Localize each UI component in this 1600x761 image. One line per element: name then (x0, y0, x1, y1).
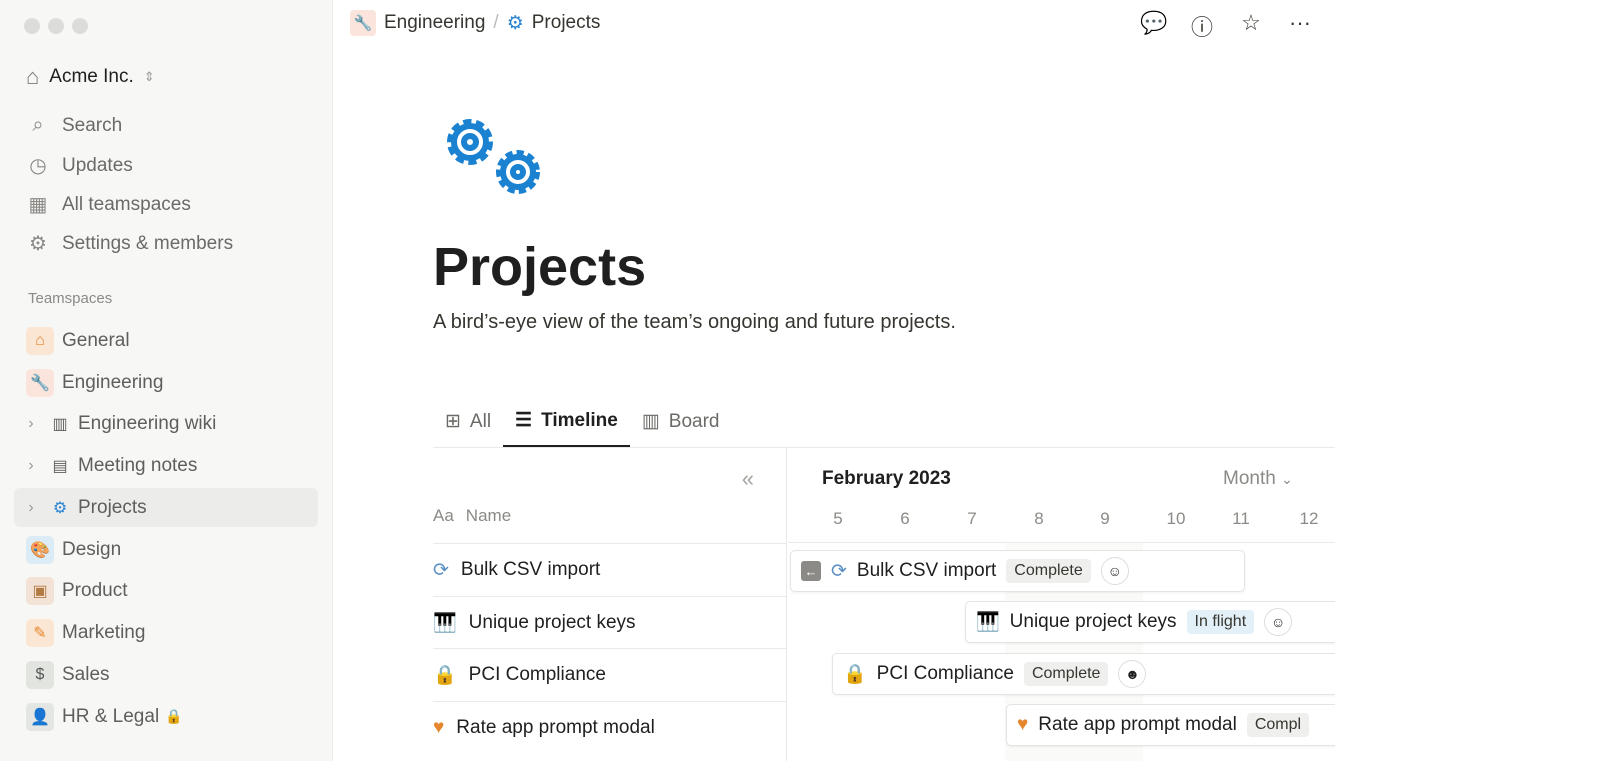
wrench-icon: 🔧 (26, 368, 54, 397)
gears-icon: ⚙ (52, 499, 68, 517)
teamspaces-heading: Teamspaces (28, 290, 113, 307)
timeline-bar[interactable]: 🎹 Unique project keys In flight ☺ (965, 601, 1335, 643)
table-row[interactable]: 🔒 PCI Compliance (433, 648, 787, 701)
nav-search[interactable]: ⌕ Search (26, 114, 122, 137)
chevron-right-icon[interactable]: › (14, 415, 48, 433)
page-description: A bird’s-eye view of the team’s ongoing … (433, 311, 956, 333)
house-icon: ⌂ (26, 326, 54, 355)
day-label: 10 (1166, 509, 1186, 528)
day-label: 8 (1034, 509, 1044, 528)
scale-select[interactable]: Month ⌄ (1223, 468, 1293, 490)
sidebar-item-design[interactable]: 🎨 Design (14, 530, 318, 569)
gears-icon[interactable] (438, 110, 548, 200)
status-badge: Compl (1246, 713, 1310, 737)
timeline-bar[interactable]: ♥ Rate app prompt modal Compl (1006, 704, 1335, 746)
name-column-header[interactable]: Aa Name (433, 506, 511, 526)
books-icon: ▥ (52, 415, 68, 433)
gear-icon: ⚙ (29, 233, 47, 255)
window-controls[interactable] (24, 18, 88, 34)
lock-icon: 🔒 (165, 708, 183, 724)
gears-icon: ⚙ (506, 12, 524, 34)
timeline-icon: ☰ (515, 410, 533, 431)
table-row[interactable]: 🎹 Unique project keys (433, 596, 787, 649)
piano-icon: 🎹 (433, 613, 457, 634)
palette-icon: 🎨 (26, 535, 54, 564)
breadcrumb-projects[interactable]: Projects (532, 12, 601, 34)
status-badge: Complete (1006, 559, 1091, 583)
status-badge: Complete (1023, 662, 1109, 686)
lock-icon: 🔒 (433, 665, 457, 686)
wrench-icon: 🔧 (350, 10, 376, 36)
more-icon[interactable]: ··· (1287, 10, 1313, 42)
chevron-right-icon[interactable]: › (14, 499, 48, 517)
timeline-table: « Aa Name ⟳ Bulk CSV import 🎹 Unique projec… (433, 448, 787, 761)
dollar-icon: $ (26, 660, 54, 689)
view-tabs: ⊞ All ☰ Timeline ▥ Board (433, 396, 1335, 448)
day-label: 12 (1299, 509, 1319, 528)
sidebar: ⌂ Acme Inc. ⇕ ⌕ Search ◷ Updates ▦ All teamsp… (0, 0, 333, 761)
notebook-icon: ▤ (52, 457, 68, 475)
search-icon: ⌕ (32, 114, 44, 136)
chevron-right-icon[interactable]: › (14, 457, 48, 475)
piano-icon: 🎹 (976, 612, 1000, 633)
breadcrumb-engineering[interactable]: Engineering (384, 12, 485, 34)
sync-icon: ⟳ (433, 559, 449, 581)
info-icon[interactable]: ⓘ (1189, 10, 1215, 42)
page-title: Projects (433, 237, 647, 297)
sync-icon: ⟳ (831, 560, 847, 582)
status-badge: In flight (1186, 610, 1255, 634)
day-label: 6 (900, 509, 910, 528)
workspace-switcher[interactable]: ⌂ Acme Inc. ⇕ (26, 64, 155, 90)
star-icon[interactable]: ☆ (1238, 10, 1264, 42)
sidebar-item-marketing[interactable]: ✎ Marketing (14, 613, 318, 652)
nav-settings[interactable]: ⚙ Settings & members (26, 231, 233, 256)
timeline-month: February 2023 (822, 468, 951, 489)
avatar: ☻ (1118, 660, 1147, 688)
nav-updates[interactable]: ◷ Updates (26, 153, 133, 178)
sidebar-item-general[interactable]: ⌂ General (14, 321, 318, 360)
table-row[interactable]: ♥ Rate app prompt modal (433, 701, 787, 754)
timeline-bar[interactable]: ← ⟳ Bulk CSV import Complete ☺ (790, 550, 1245, 592)
day-label: 7 (967, 509, 977, 528)
page-actions: 💬 ⓘ ☆ ··· (1140, 10, 1313, 42)
sidebar-item-projects[interactable]: › ⚙ Projects (14, 488, 318, 527)
avatar: ☺ (1100, 557, 1129, 585)
comment-icon[interactable]: 💬 (1140, 10, 1167, 42)
building-icon: ▦ (28, 194, 48, 216)
heart-icon: ♥ (1017, 714, 1029, 735)
pencil-icon: ✎ (26, 618, 54, 647)
updown-chevron-icon: ⇕ (143, 69, 155, 84)
tab-all[interactable]: ⊞ All (433, 396, 503, 447)
timeline-bar[interactable]: 🔒 PCI Compliance Complete ☻ (832, 653, 1335, 695)
breadcrumb: 🔧 Engineering / ⚙ Projects (350, 10, 600, 36)
arrow-left-icon[interactable]: ← (801, 561, 821, 581)
chevron-down-icon: ⌄ (1281, 471, 1293, 487)
lock-icon: 🔒 (843, 664, 867, 685)
sidebar-item-product[interactable]: ▣ Product (14, 571, 318, 610)
timeline-chart: February 2023 Month ⌄ 5 6 7 8 9 10 11 12… (788, 448, 1335, 761)
sidebar-item-hr-legal[interactable]: 👤 HR & Legal 🔒 (14, 697, 318, 736)
collapse-icon[interactable]: « (742, 466, 754, 492)
home-icon: ⌂ (26, 64, 40, 89)
day-label: 11 (1232, 509, 1250, 528)
board-icon: ▥ (641, 411, 660, 432)
sidebar-item-sales[interactable]: $ Sales (14, 655, 318, 694)
avatar: ☺ (1264, 608, 1293, 636)
sidebar-item-engineering[interactable]: 🔧 Engineering (14, 363, 318, 402)
nav-all-teamspaces[interactable]: ▦ All teamspaces (26, 192, 191, 217)
sidebar-item-meeting-notes[interactable]: › ▤ Meeting notes (14, 446, 318, 485)
table-row[interactable]: ⟳ Bulk CSV import (433, 543, 787, 596)
heart-icon: ♥ (433, 717, 445, 738)
day-label: 5 (833, 509, 843, 528)
clock-icon: ◷ (29, 155, 47, 177)
tab-board[interactable]: ▥ Board (630, 396, 732, 447)
table-icon: ⊞ (445, 411, 461, 432)
sidebar-item-engineering-wiki[interactable]: › ▥ Engineering wiki (14, 404, 318, 443)
day-label: 9 (1100, 509, 1110, 528)
tab-timeline[interactable]: ☰ Timeline (503, 396, 630, 447)
package-icon: ▣ (26, 576, 54, 605)
person-icon: 👤 (26, 702, 54, 731)
